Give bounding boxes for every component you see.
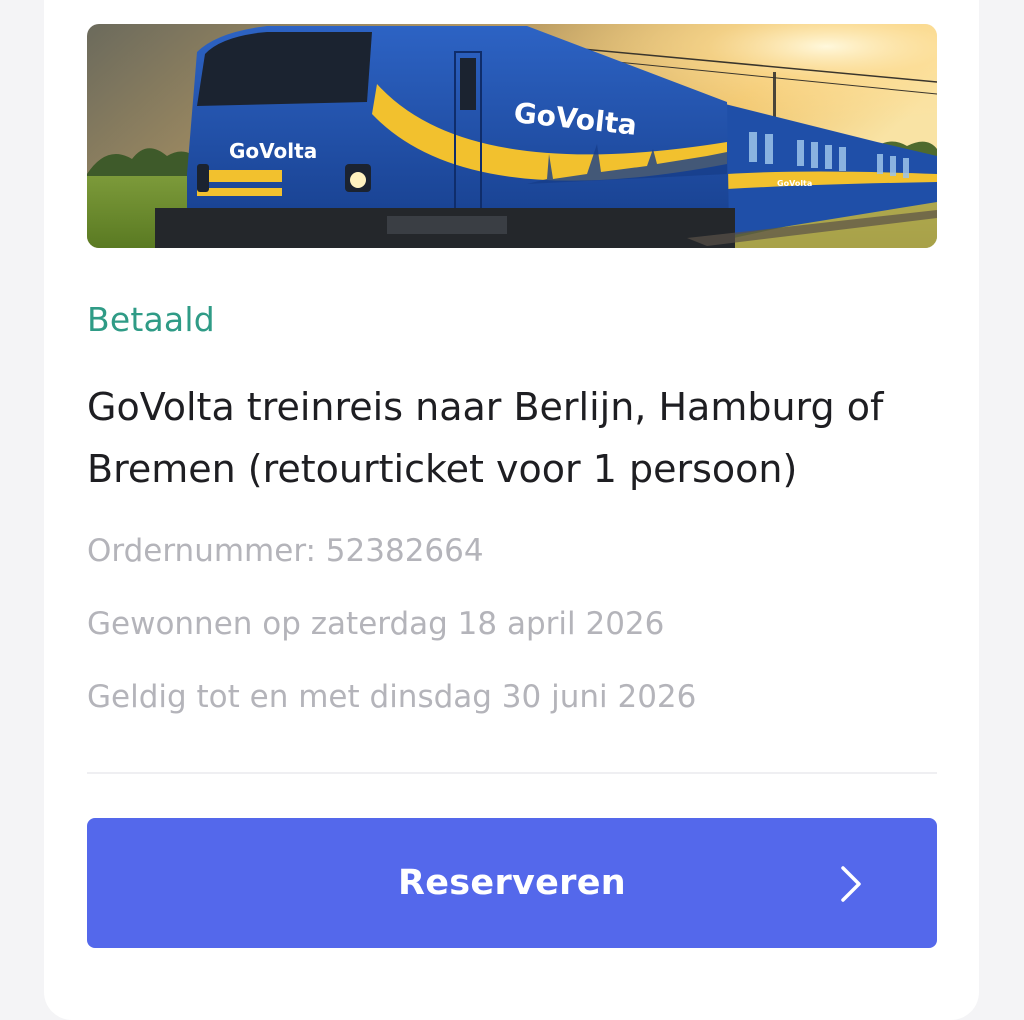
chevron-right-icon: [841, 866, 861, 902]
product-title: GoVolta treinreis naar Berlijn, Hamburg …: [87, 385, 884, 491]
product-image: GoVolta GoVolta GoVolta: [87, 24, 937, 248]
order-number: Ordernummer: 52382664: [87, 533, 484, 569]
train-logo-front: GoVolta: [229, 139, 317, 163]
payment-status: Betaald: [87, 300, 215, 339]
won-date: Gewonnen op zaterdag 18 april 2026: [87, 606, 665, 642]
valid-until: Geldig tot en met dinsdag 30 juni 2026: [87, 679, 697, 715]
train-logo-coach: GoVolta: [777, 179, 812, 188]
divider: [87, 772, 937, 774]
reserve-button[interactable]: Reserveren: [87, 818, 937, 948]
reserve-button-label: Reserveren: [398, 863, 626, 903]
